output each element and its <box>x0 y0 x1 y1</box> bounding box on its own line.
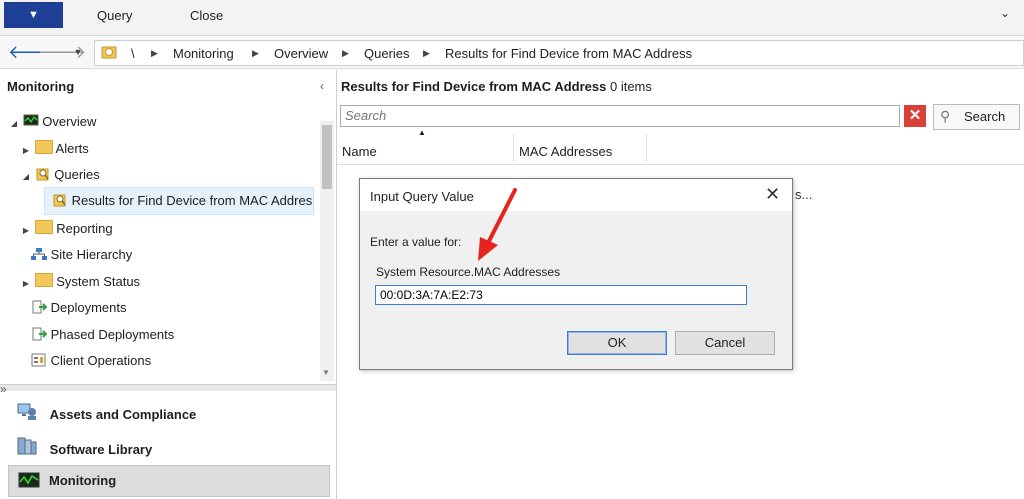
mac-address-input[interactable] <box>375 285 747 305</box>
folder-icon <box>34 220 53 234</box>
input-query-value-dialog: Input Query Value ✕ Enter a value for: S… <box>359 178 793 370</box>
expanded-triangle-icon[interactable]: ◢ <box>21 172 31 181</box>
dialog-prompt: Enter a value for: <box>370 235 462 249</box>
breadcrumb[interactable]: \ ▶ Monitoring ▶ Overview ▶ Queries ▶ Re… <box>94 40 1024 66</box>
column-divider[interactable] <box>513 134 514 162</box>
workspace-splitter[interactable] <box>0 384 336 391</box>
clear-search-icon[interactable]: ✕ <box>904 105 926 127</box>
library-icon <box>16 436 38 456</box>
tree-item-results-find-device[interactable]: Results for Find Device from MAC Addres <box>52 193 312 208</box>
folder-icon <box>34 273 53 287</box>
cancel-button[interactable]: Cancel <box>675 331 775 355</box>
workspace-monitoring[interactable]: Monitoring <box>8 465 330 497</box>
tab-close[interactable]: Close <box>190 8 223 23</box>
tree-item-phased-deployments[interactable]: Phased Deployments <box>31 327 174 342</box>
column-divider[interactable] <box>646 134 647 162</box>
client-ops-icon <box>31 353 47 367</box>
annotation-arrow-icon <box>478 188 517 261</box>
tree-scrollbar-thumb[interactable] <box>322 125 332 189</box>
collapsed-triangle-icon[interactable]: ▶ <box>21 146 31 155</box>
tree-item-site-hierarchy[interactable]: Site Hierarchy <box>31 247 132 262</box>
collapsed-triangle-icon[interactable]: ▶ <box>21 279 31 288</box>
assets-icon <box>16 401 38 421</box>
dialog-title: Input Query Value <box>370 189 474 204</box>
workspace-software-library[interactable]: Software Library <box>16 436 152 457</box>
folder-icon <box>101 44 117 63</box>
workspace-assets-and-compliance[interactable]: Assets and Compliance <box>16 401 196 422</box>
search-icon: ⚲ <box>940 108 951 124</box>
collapsed-triangle-icon[interactable]: ▶ <box>21 226 31 235</box>
history-dropdown-icon[interactable]: ▼ <box>66 40 90 64</box>
monitor-icon <box>23 114 39 128</box>
close-icon[interactable]: ✕ <box>765 184 780 205</box>
tree-item-system-status[interactable]: ▶ System Status <box>21 273 140 289</box>
tree-item-deployments[interactable]: Deployments <box>31 300 127 315</box>
deployment-icon <box>31 327 48 341</box>
query-icon <box>52 193 68 207</box>
chevron-down-icon[interactable]: ⌄ <box>1000 6 1010 20</box>
search-button[interactable]: ⚲ Search <box>933 104 1020 130</box>
folder-icon <box>34 140 53 154</box>
file-menu-button[interactable]: ▼ <box>4 2 63 28</box>
tree-item-client-operations[interactable]: Client Operations <box>31 353 151 368</box>
tree-item-alerts[interactable]: ▶ Alerts <box>21 140 89 156</box>
pane-title: Monitoring <box>7 79 75 94</box>
scroll-down-icon[interactable]: ▼ <box>322 368 330 377</box>
results-title: Results for Find Device from MAC Address <box>341 79 607 94</box>
hierarchy-icon <box>31 247 47 261</box>
column-header-mac-addresses[interactable]: MAC Addresses <box>519 144 612 159</box>
breadcrumb-results[interactable]: Results for Find Device from MAC Address <box>445 46 692 61</box>
field-label: System Resource.MAC Addresses <box>376 265 561 279</box>
collapse-pane-icon[interactable]: ‹ <box>320 79 324 93</box>
background-status-text: s... <box>795 187 813 202</box>
expand-workspaces-icon[interactable]: » <box>0 382 7 396</box>
breadcrumb-overview[interactable]: Overview <box>274 46 328 61</box>
back-arrow-icon[interactable]: 🡐 <box>8 40 56 64</box>
breadcrumb-root[interactable]: \ <box>131 46 135 61</box>
navigation-pane: Monitoring ‹ ◢ Overview ▶ Alerts ◢ Queri… <box>0 70 337 499</box>
sort-ascending-icon: ▲ <box>418 128 426 137</box>
column-header-name[interactable]: Name <box>342 144 377 159</box>
results-header: Results for Find Device from MAC Address… <box>341 79 652 94</box>
query-icon <box>35 167 51 181</box>
deployment-icon <box>31 300 48 314</box>
search-box[interactable] <box>340 105 900 127</box>
monitoring-icon <box>18 472 40 493</box>
search-input[interactable] <box>341 106 889 124</box>
ribbon: ▼ Query Close ⌄ <box>0 0 1024 36</box>
tree-item-reporting[interactable]: ▶ Reporting <box>21 220 113 236</box>
column-header-row <box>337 138 1024 165</box>
forward-arrow-icon[interactable]: 🡒 <box>38 40 86 64</box>
tree-item-queries[interactable]: ◢ Queries <box>21 167 100 182</box>
breadcrumb-separator-icon[interactable]: ▶ <box>151 48 158 59</box>
breadcrumb-separator-icon[interactable]: ▶ <box>252 48 259 59</box>
breadcrumb-queries[interactable]: Queries <box>364 46 410 61</box>
breadcrumb-monitoring[interactable]: Monitoring <box>173 46 234 61</box>
breadcrumb-separator-icon[interactable]: ▶ <box>342 48 349 59</box>
results-count: 0 items <box>609 79 652 94</box>
address-bar: 🡐 🡒 ▼ \ ▶ Monitoring ▶ Overview ▶ Querie… <box>0 36 1024 69</box>
breadcrumb-separator-icon[interactable]: ▶ <box>423 48 430 59</box>
tab-query[interactable]: Query <box>97 8 132 23</box>
expanded-triangle-icon[interactable]: ◢ <box>9 119 19 128</box>
tree-item-overview[interactable]: ◢ Overview <box>9 114 97 129</box>
ok-button[interactable]: OK <box>567 331 667 355</box>
